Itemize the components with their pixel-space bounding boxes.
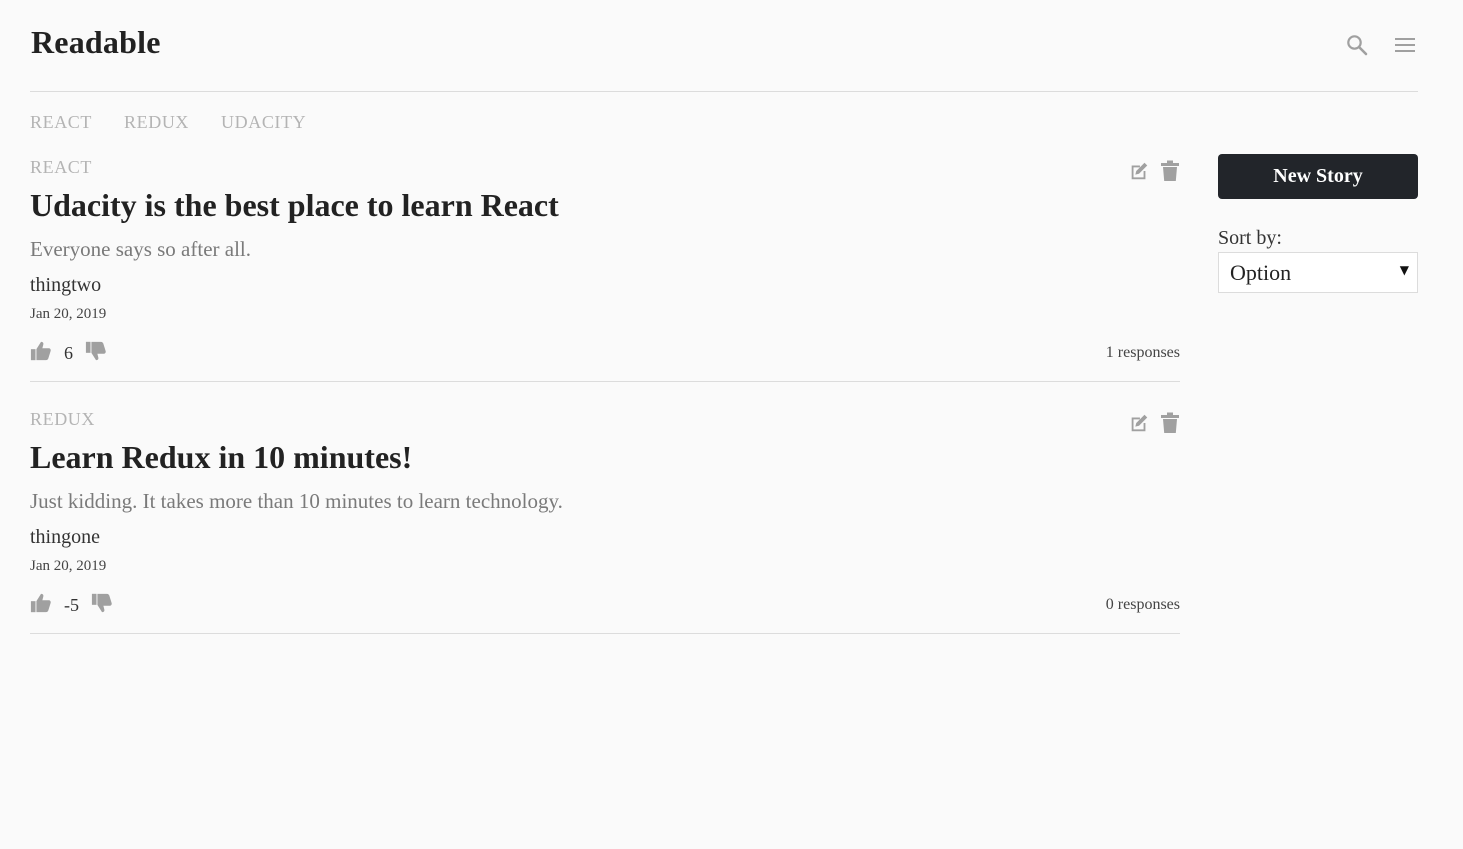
post-card: REACT Udacity is the best place to learn… xyxy=(30,150,1180,382)
nav-category-udacity[interactable]: UDACITY xyxy=(221,112,306,133)
trash-icon[interactable] xyxy=(1160,160,1180,187)
app-logo[interactable]: Readable xyxy=(31,24,161,61)
thumbs-up-icon[interactable] xyxy=(30,340,52,367)
sort-selected-value: Option xyxy=(1230,260,1292,285)
edit-icon[interactable] xyxy=(1128,160,1150,187)
nav-category-react[interactable]: REACT xyxy=(30,112,92,133)
header-icons xyxy=(1344,32,1418,58)
post-date: Jan 20, 2019 xyxy=(30,306,107,322)
category-nav: REACT REDUX UDACITY xyxy=(30,112,306,133)
post-date: Jan 20, 2019 xyxy=(30,558,107,574)
new-story-button[interactable]: New Story xyxy=(1218,154,1418,199)
thumbs-down-icon[interactable] xyxy=(91,592,113,619)
post-list: REACT Udacity is the best place to learn… xyxy=(30,150,1180,654)
sort-label: Sort by: xyxy=(1218,227,1282,249)
thumbs-down-icon[interactable] xyxy=(85,340,107,367)
app-header: Readable xyxy=(30,0,1418,92)
post-title[interactable]: Learn Redux in 10 minutes! xyxy=(30,439,412,476)
sort-select[interactable]: Option ▼ xyxy=(1218,252,1418,293)
post-card: REDUX Learn Redux in 10 minutes! Just ki… xyxy=(30,402,1180,634)
search-icon[interactable] xyxy=(1344,32,1370,58)
post-actions xyxy=(1128,412,1180,439)
response-count[interactable]: 1 responses xyxy=(1106,344,1180,362)
response-count[interactable]: 0 responses xyxy=(1106,596,1180,614)
post-category[interactable]: REACT xyxy=(30,157,92,178)
nav-category-redux[interactable]: REDUX xyxy=(124,112,189,133)
thumbs-up-icon[interactable] xyxy=(30,592,52,619)
vote-controls: -5 xyxy=(30,592,113,619)
vote-controls: 6 xyxy=(30,340,107,367)
post-category[interactable]: REDUX xyxy=(30,409,95,430)
post-author: thingone xyxy=(30,526,100,548)
post-body: Just kidding. It takes more than 10 minu… xyxy=(30,489,563,513)
post-actions xyxy=(1128,160,1180,187)
vote-score: 6 xyxy=(64,343,73,363)
post-author: thingtwo xyxy=(30,274,102,296)
sidebar: New Story Sort by: Option ▼ xyxy=(1218,154,1418,293)
post-body: Everyone says so after all. xyxy=(30,237,252,261)
menu-icon[interactable] xyxy=(1392,32,1418,58)
caret-down-icon: ▼ xyxy=(1399,263,1409,277)
post-title[interactable]: Udacity is the best place to learn React xyxy=(30,187,559,224)
edit-icon[interactable] xyxy=(1128,412,1150,439)
trash-icon[interactable] xyxy=(1160,412,1180,439)
vote-score: -5 xyxy=(64,595,79,615)
